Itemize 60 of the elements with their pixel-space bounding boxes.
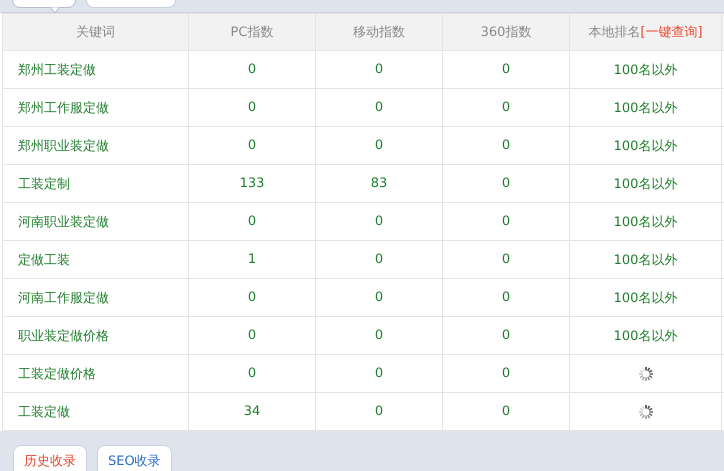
table-cell: 0 xyxy=(316,126,442,164)
loading-spinner-icon xyxy=(638,366,654,382)
table-cell: 0 xyxy=(316,50,442,88)
table-cell: 0 xyxy=(188,202,316,240)
table-cell: 0 xyxy=(442,88,570,126)
table-cell: 0 xyxy=(442,126,570,164)
table-cell: 100名以外 xyxy=(570,126,722,164)
table-cell: 0 xyxy=(188,278,316,316)
table-cell: 0 xyxy=(316,202,442,240)
table-cell: 0 xyxy=(316,240,442,278)
table-cell: 100名以外 xyxy=(570,88,722,126)
keyword-cell: 工装定做价格 xyxy=(2,354,188,392)
table-cell: 0 xyxy=(188,88,316,126)
table-cell: 100名以外 xyxy=(570,164,722,202)
table-cell: 0 xyxy=(442,278,570,316)
table-cell: 100名以外 xyxy=(570,316,722,354)
keyword-cell: 工装定做 xyxy=(2,392,188,430)
column-header: 关键词 xyxy=(2,14,188,50)
pointer-icon xyxy=(50,7,60,13)
table-cell: 0 xyxy=(316,392,442,430)
table-cell: 0 xyxy=(442,392,570,430)
table-cell: 100名以外 xyxy=(570,278,722,316)
table-cell: 0 xyxy=(442,202,570,240)
table-cell: 0 xyxy=(442,50,570,88)
table-cell: 1 xyxy=(188,240,316,278)
keyword-cell: 职业装定做价格 xyxy=(2,316,188,354)
tab[interactable] xyxy=(86,0,176,8)
column-header: PC指数 xyxy=(188,14,316,50)
table-cell: 0 xyxy=(442,240,570,278)
column-header-label: 本地排名 xyxy=(588,25,640,40)
keyword-cell: 工装定制 xyxy=(2,164,188,202)
table-cell: 0 xyxy=(316,278,442,316)
table-cell: 133 xyxy=(188,164,316,202)
table-cell: 0 xyxy=(442,354,570,392)
table-cell: 0 xyxy=(188,354,316,392)
table-cell: 0 xyxy=(316,88,442,126)
table-cell: 34 xyxy=(188,392,316,430)
column-header: 360指数 xyxy=(442,14,570,50)
loading-spinner-icon xyxy=(638,404,654,420)
table-cell: 100名以外 xyxy=(570,50,722,88)
table-cell: 83 xyxy=(316,164,442,202)
table-cell: 0 xyxy=(316,354,442,392)
tab[interactable]: 历史收录 xyxy=(13,445,87,471)
keyword-cell: 河南职业装定做 xyxy=(2,202,188,240)
table-cell: 0 xyxy=(188,316,316,354)
table-cell: 0 xyxy=(188,126,316,164)
table-cell: 0 xyxy=(442,164,570,202)
column-header: 移动指数 xyxy=(316,14,442,50)
table-cell: 100名以外 xyxy=(570,240,722,278)
keyword-cell: 定做工装 xyxy=(2,240,188,278)
keyword-cell: 郑州工装定做 xyxy=(2,50,188,88)
keyword-cell: 河南工作服定做 xyxy=(2,278,188,316)
query-link[interactable]: [一键查询] xyxy=(640,25,703,40)
keyword-cell: 郑州工作服定做 xyxy=(2,88,188,126)
keyword-cell: 郑州职业装定做 xyxy=(2,126,188,164)
table-cell: 0 xyxy=(316,316,442,354)
table-cell: 0 xyxy=(442,316,570,354)
table-cell: 100名以外 xyxy=(570,202,722,240)
tab[interactable]: SEO收录 xyxy=(97,445,172,471)
table-cell: 0 xyxy=(188,50,316,88)
